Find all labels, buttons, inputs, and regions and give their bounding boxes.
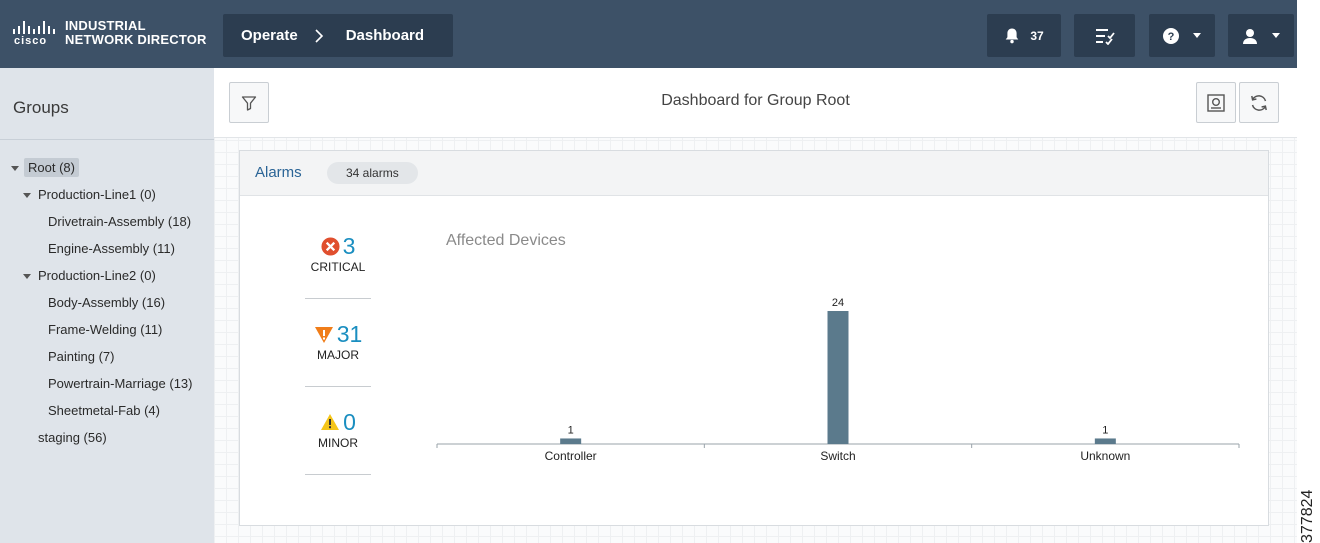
- tree-node-powertrain-marriage[interactable]: Powertrain-Marriage (13): [48, 374, 193, 394]
- x-tick-label: Controller: [545, 449, 597, 463]
- tree-node-sheetmetal-fab[interactable]: Sheetmetal-Fab (4): [48, 401, 160, 421]
- affected-devices-chart: Affected Devices 1 Controller 24 Switch 1 Unk…: [436, 232, 1240, 463]
- x-tick-label: Unknown: [1080, 449, 1130, 463]
- page-title: Dashboard for Group Root: [661, 92, 850, 109]
- chart-title: Affected Devices: [446, 232, 566, 249]
- chevron-down-icon: [1193, 33, 1201, 38]
- user-menu-button[interactable]: [1228, 14, 1294, 57]
- tree-node-staging[interactable]: staging (56): [38, 428, 107, 448]
- minor-warning-icon: [321, 414, 340, 430]
- minor-label: MINOR: [318, 436, 358, 450]
- bar-value-label: 1: [1102, 424, 1108, 436]
- critical-summary[interactable]: 3 CRITICAL: [305, 232, 371, 275]
- critical-count: 3: [342, 232, 356, 259]
- chevron-down-icon: [1272, 33, 1280, 38]
- tree-node-body-assembly[interactable]: Body-Assembly (16): [48, 293, 165, 313]
- main-content: Dashboard for Group Root Alarms 34 alarm…: [214, 68, 1297, 543]
- tree-node-frame-welding[interactable]: Frame-Welding (11): [48, 320, 162, 340]
- tree-node-painting[interactable]: Painting (7): [48, 347, 114, 367]
- cisco-logo[interactable]: cisco INDUSTRIAL NETWORK DIRECTOR: [12, 18, 207, 48]
- help-icon: ?: [1163, 27, 1179, 44]
- bar-switch[interactable]: [827, 311, 849, 444]
- tree-node-engine-assembly[interactable]: Engine-Assembly (11): [48, 239, 175, 259]
- dashboard-toolbar: Dashboard for Group Root: [214, 68, 1297, 138]
- alarms-panel-header: Alarms 34 alarms: [240, 151, 1268, 196]
- critical-x-icon: [321, 236, 340, 256]
- alarms-link[interactable]: Alarms: [255, 164, 302, 181]
- major-warning-icon: [314, 326, 333, 343]
- cisco-wordmark: cisco: [14, 35, 48, 47]
- caret-down-icon[interactable]: [23, 274, 31, 279]
- tree-node-production-line1-row[interactable]: Production-Line1 (0): [23, 185, 156, 205]
- critical-label: CRITICAL: [310, 260, 366, 274]
- bar-controller[interactable]: [560, 438, 582, 444]
- bell-icon: [1006, 28, 1019, 44]
- caret-down-icon[interactable]: [11, 166, 19, 171]
- top-bar: cisco INDUSTRIAL NETWORK DIRECTOR Operat…: [0, 0, 1297, 68]
- major-label: MAJOR: [317, 348, 359, 362]
- divider: [305, 474, 371, 475]
- tree-node-root[interactable]: Root (8): [11, 158, 79, 178]
- divider: [305, 298, 371, 299]
- notifications-button[interactable]: 37: [987, 14, 1061, 57]
- major-summary[interactable]: 31 MAJOR: [305, 321, 371, 362]
- breadcrumb-operate[interactable]: Operate: [241, 27, 298, 44]
- alarm-count-badge: 34 alarms: [327, 162, 418, 184]
- refresh-button[interactable]: [1239, 82, 1279, 123]
- minor-count: 0: [343, 408, 356, 435]
- divider: [305, 386, 371, 387]
- svg-text:?: ?: [1168, 31, 1175, 43]
- app-window: cisco INDUSTRIAL NETWORK DIRECTOR Operat…: [0, 0, 1320, 543]
- bar-value-label: 1: [568, 424, 574, 436]
- user-icon: [1243, 28, 1257, 44]
- bar-value-label: 24: [832, 297, 844, 309]
- minor-summary[interactable]: 0 MINOR: [305, 408, 371, 451]
- tree-node-production-line2[interactable]: Production-Line2 (0): [23, 266, 156, 286]
- breadcrumb-dashboard[interactable]: Dashboard: [346, 27, 424, 44]
- x-tick-label: Switch: [820, 449, 855, 463]
- sidebar-title: Groups: [0, 68, 214, 140]
- report-button[interactable]: [1196, 82, 1236, 123]
- chevron-right-icon: [315, 28, 323, 43]
- refresh-icon: [1251, 94, 1267, 111]
- caret-down-icon[interactable]: [23, 193, 31, 198]
- report-icon: [1207, 93, 1225, 112]
- alarms-panel: Alarms 34 alarms 3 CRITICAL 31 MAJOR 0 M…: [239, 150, 1269, 526]
- tree-node-drivetrain-assembly[interactable]: Drivetrain-Assembly (18): [48, 212, 191, 232]
- notification-count: 37: [1030, 28, 1044, 43]
- product-name: INDUSTRIAL NETWORK DIRECTOR: [65, 18, 207, 47]
- breadcrumb: Operate Dashboard: [223, 14, 453, 57]
- major-count: 31: [336, 320, 363, 347]
- bar-unknown[interactable]: [1094, 438, 1116, 444]
- cisco-bars-icon: cisco: [12, 18, 58, 48]
- tasks-button[interactable]: [1074, 14, 1135, 57]
- groups-sidebar: Groups Root (8) Production-Line1 (0) Dri…: [0, 68, 214, 543]
- task-list-icon: [1095, 28, 1115, 45]
- chart-bars: 1 Controller 24 Switch 1 Unknown: [436, 297, 1240, 463]
- figure-id: 377824: [1299, 489, 1316, 543]
- help-menu-button[interactable]: ?: [1149, 14, 1215, 57]
